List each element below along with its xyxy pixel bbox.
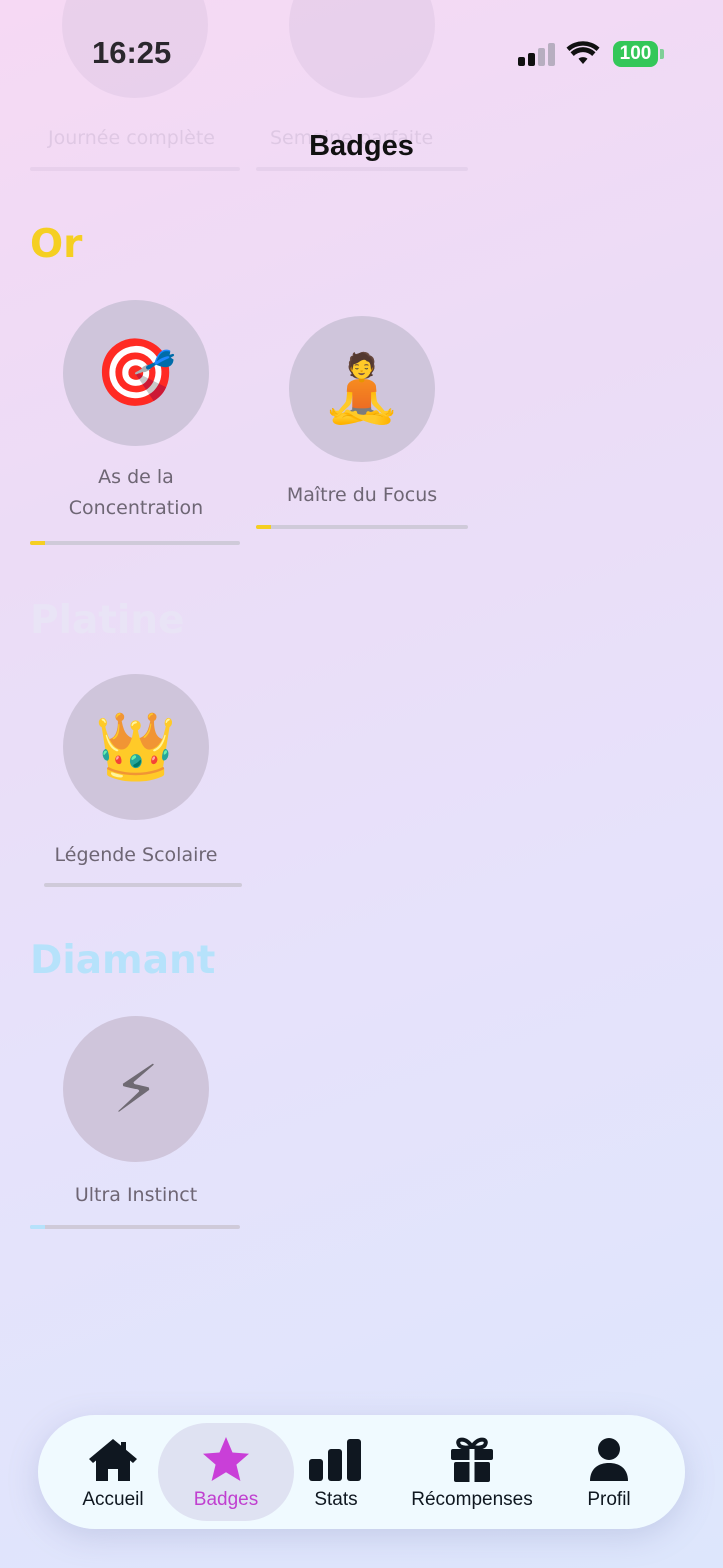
section-title-or: Or bbox=[30, 222, 83, 267]
badge-progress-bar bbox=[30, 541, 240, 545]
badge-progress-fill bbox=[30, 541, 45, 545]
bar-chart-icon bbox=[309, 1439, 361, 1481]
badge-name: As de la Concentration bbox=[30, 462, 242, 524]
crown-icon: 👑 bbox=[63, 674, 209, 820]
badge-name-line2: Concentration bbox=[68, 497, 204, 519]
badge-progress-bar bbox=[30, 1225, 240, 1229]
section-title-diamant: Diamant bbox=[30, 938, 216, 983]
meditation-icon: 🧘 bbox=[289, 316, 435, 462]
tab-label: Profil bbox=[587, 1489, 631, 1510]
badge-name: Ultra Instinct bbox=[74, 1184, 198, 1206]
badge-progress-bar bbox=[256, 525, 468, 529]
tab-accueil[interactable]: Accueil bbox=[72, 1423, 154, 1521]
gift-icon bbox=[451, 1437, 493, 1482]
tab-profil[interactable]: Profil bbox=[570, 1423, 648, 1521]
badge-name-line1: As de la bbox=[98, 466, 174, 488]
tab-bar: Accueil Badges Stats Récompenses Profil bbox=[38, 1415, 685, 1529]
lightning-icon: ⚡ bbox=[63, 1016, 209, 1162]
ghost-progress-right bbox=[256, 167, 468, 171]
badge-progress-fill bbox=[30, 1225, 45, 1229]
home-icon bbox=[89, 1439, 137, 1481]
ghost-progress-left bbox=[30, 167, 240, 171]
ghost-badge-circle-right bbox=[289, 0, 435, 98]
badge-name: Maître du Focus bbox=[286, 484, 438, 506]
badge-name: Légende Scolaire bbox=[54, 844, 218, 866]
tab-label: Stats bbox=[314, 1489, 358, 1510]
tab-stats[interactable]: Stats bbox=[298, 1423, 374, 1521]
section-title-platine: Platine bbox=[30, 598, 185, 643]
target-icon: 🎯 bbox=[63, 300, 209, 446]
ghost-badge-circle-left bbox=[62, 0, 208, 98]
tab-label: Accueil bbox=[82, 1489, 144, 1510]
tab-label: Récompenses bbox=[411, 1489, 533, 1510]
star-icon bbox=[203, 1437, 249, 1481]
person-icon bbox=[590, 1438, 628, 1481]
badge-legende-scolaire[interactable]: 👑 Légende Scolaire bbox=[30, 674, 242, 871]
badge-progress-fill bbox=[256, 525, 271, 529]
badge-maitre-du-focus[interactable]: 🧘 Maître du Focus bbox=[256, 316, 468, 511]
faded-background-badges: Journée complète Semaine parfaite bbox=[0, 0, 723, 200]
badge-progress-bar bbox=[44, 883, 242, 887]
badge-as-de-la-concentration[interactable]: 🎯 As de la Concentration bbox=[30, 300, 242, 524]
tab-label: Badges bbox=[193, 1489, 259, 1510]
tab-badges[interactable]: Badges bbox=[158, 1423, 294, 1521]
badge-ultra-instinct[interactable]: ⚡ Ultra Instinct bbox=[30, 1016, 242, 1211]
page-title: Badges bbox=[309, 130, 414, 162]
tab-recompenses[interactable]: Récompenses bbox=[404, 1423, 540, 1521]
